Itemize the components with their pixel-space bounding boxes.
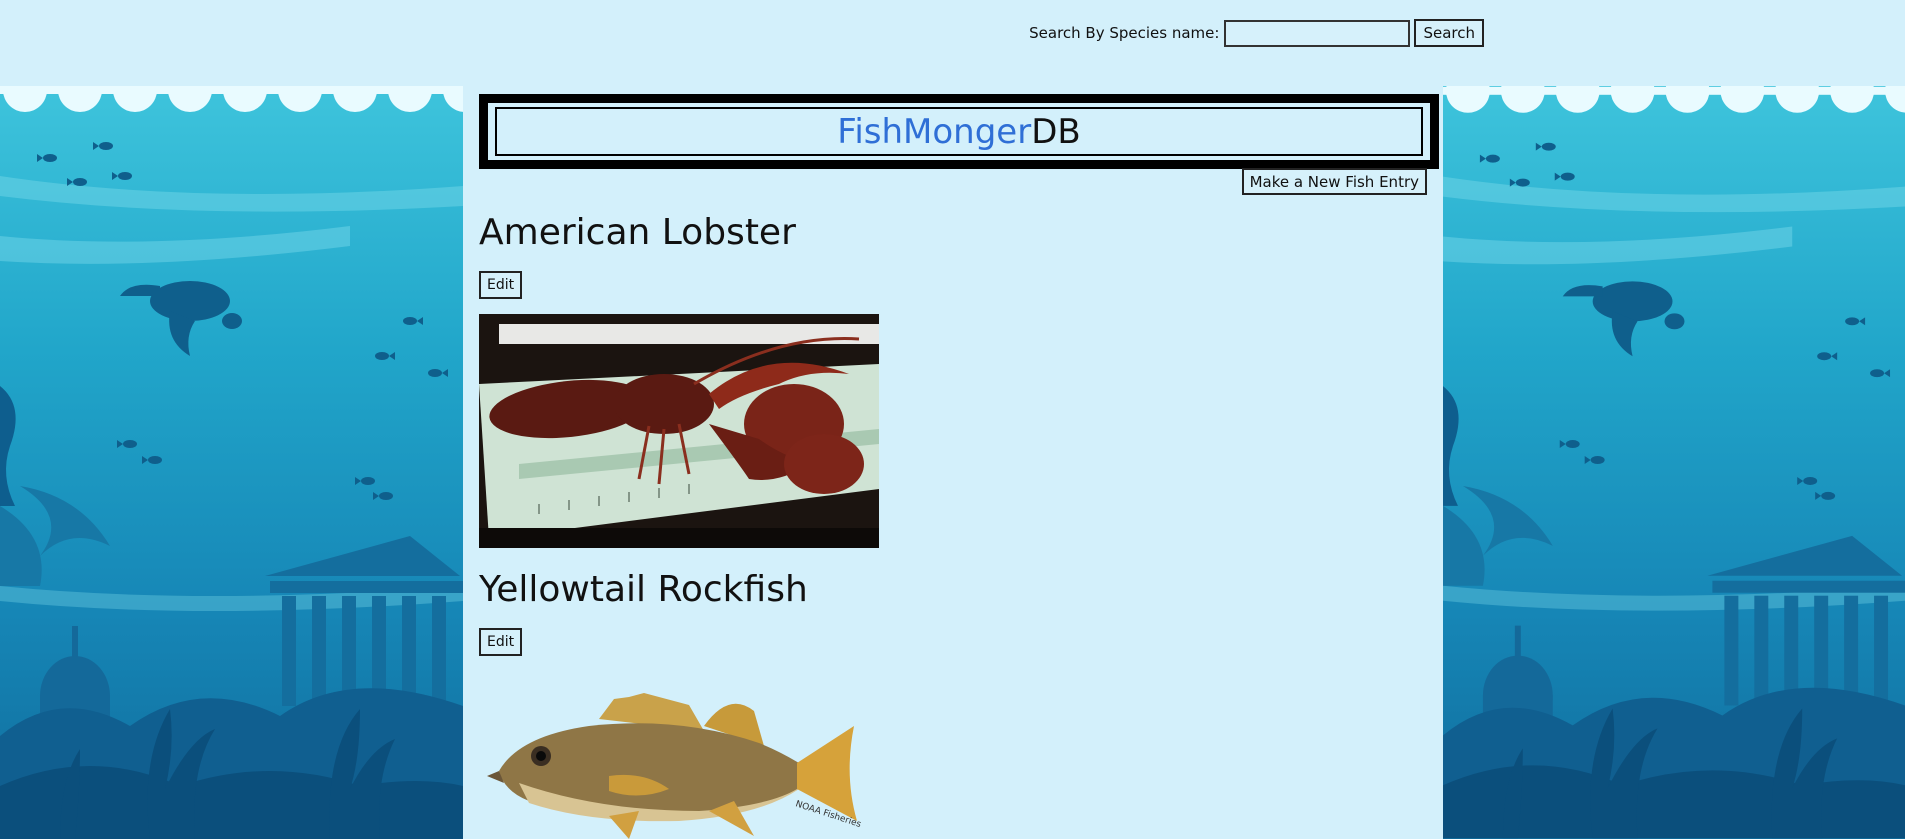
brand-name-part1: FishMonger <box>837 111 1032 152</box>
wave-foam <box>0 86 463 112</box>
ocean-background-left <box>0 86 463 839</box>
search-form: Search By Species name: Search <box>1029 19 1484 47</box>
edit-button[interactable]: Edit <box>479 628 523 656</box>
seaweed-icon <box>0 386 110 586</box>
site-logo[interactable]: FishMongerDB <box>837 112 1080 152</box>
ocean-illustration-left <box>0 86 463 839</box>
brand-name-part2: DB <box>1031 111 1081 152</box>
turtle-icon <box>120 281 242 356</box>
edit-button[interactable]: Edit <box>479 271 523 299</box>
rockfish-photo: NOAA Fisheries <box>479 671 879 839</box>
search-label: Search By Species name: <box>1029 24 1220 42</box>
site-header: FishMongerDB <box>479 94 1439 169</box>
search-input[interactable] <box>1224 19 1411 47</box>
temple-ruins-icon <box>1707 535 1905 706</box>
entry-title: Yellowtail Rockfish <box>479 569 808 610</box>
temple-ruins-icon <box>265 536 463 706</box>
search-button[interactable]: Search <box>1414 19 1484 47</box>
seaweed-icon <box>1443 386 1553 586</box>
lobster-photo <box>479 314 879 548</box>
entry-title: American Lobster <box>479 212 796 253</box>
main-content: FishMongerDB Make a New Fish Entry Ameri… <box>463 86 1443 839</box>
turtle-icon <box>1562 281 1685 357</box>
ocean-illustration-right <box>1443 86 1905 839</box>
ocean-background-right <box>1443 86 1905 839</box>
wave-foam <box>1443 86 1905 113</box>
top-bar: Search By Species name: Search <box>0 0 1905 86</box>
new-fish-entry-button[interactable]: Make a New Fish Entry <box>1241 168 1427 195</box>
